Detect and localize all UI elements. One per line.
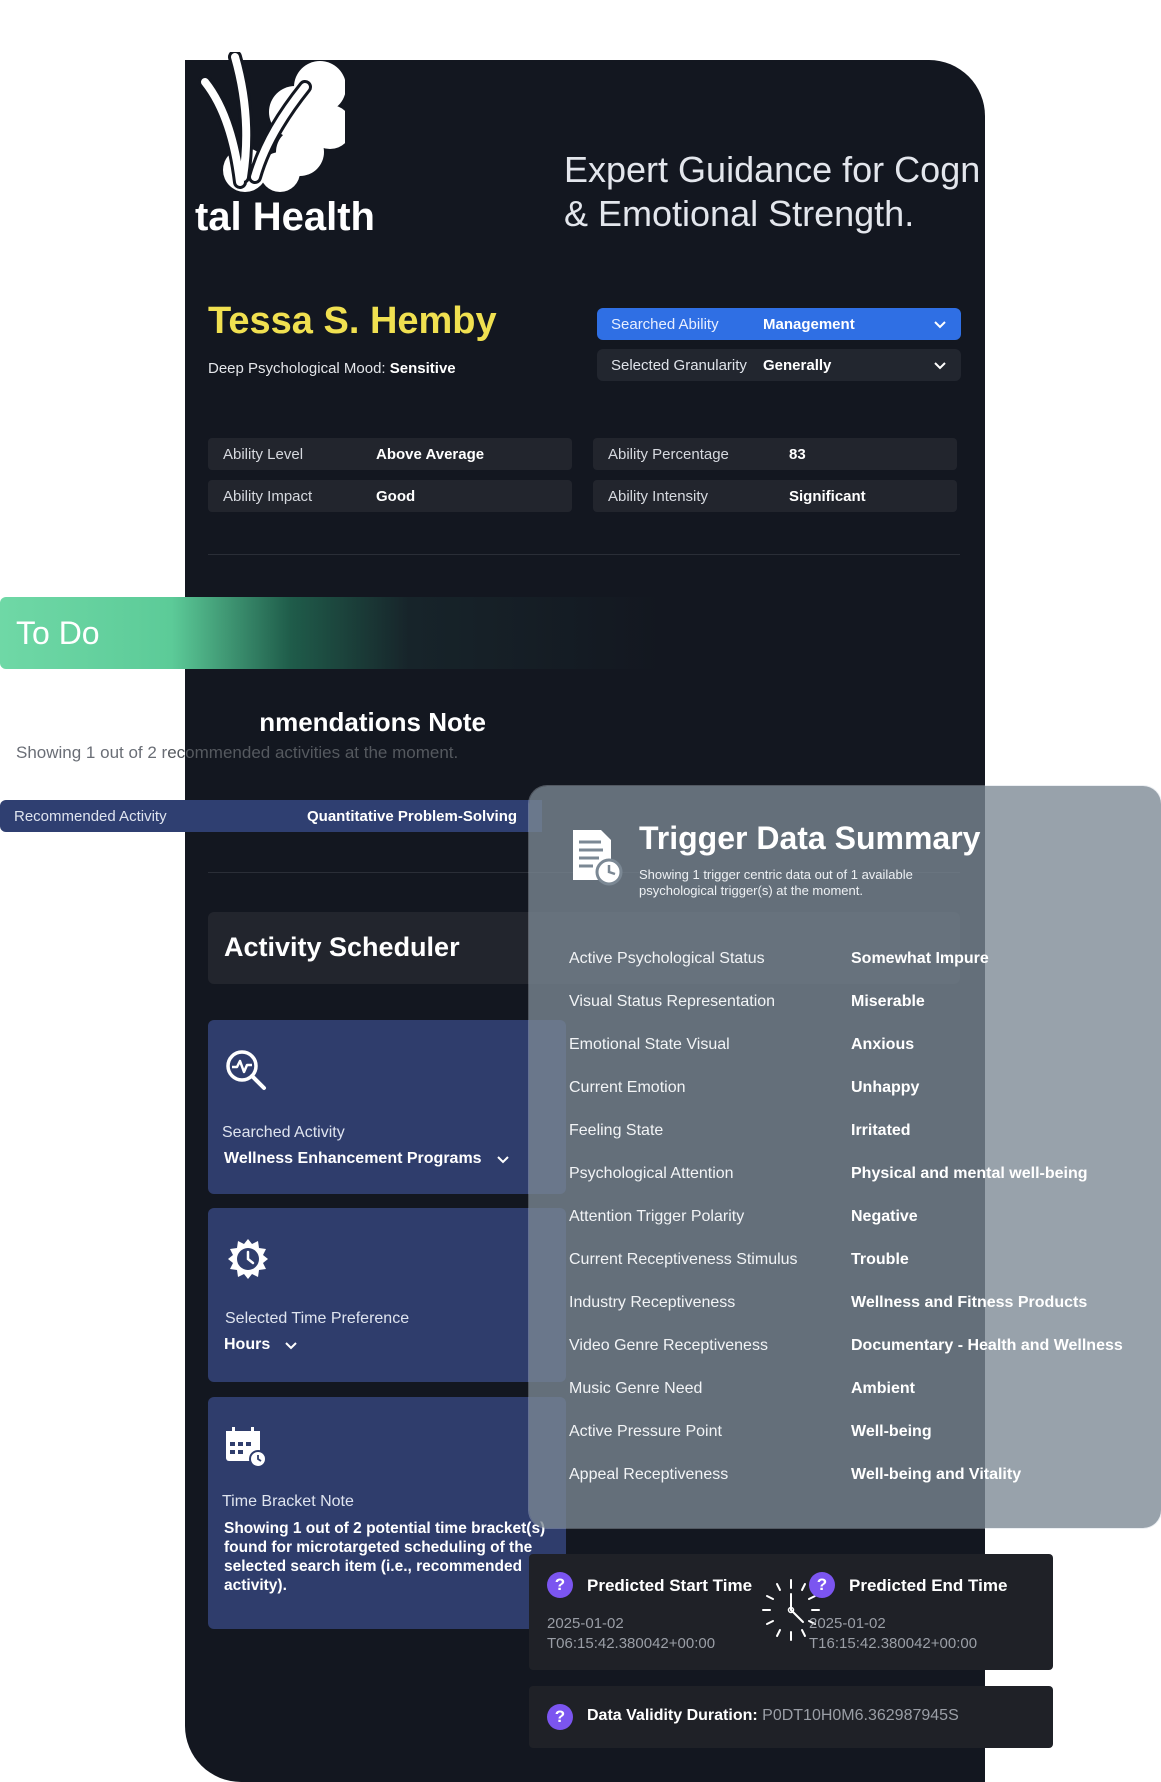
trigger-row: Appeal Receptiveness Well-being and Vital…: [569, 1466, 1149, 1490]
trigger-row: Active Pressure Point Well-being: [569, 1423, 1149, 1447]
trigger-row-value: Irritated: [851, 1122, 911, 1139]
tagline: Expert Guidance for Cogn & Emotional Str…: [564, 149, 981, 234]
trigger-data-summary: Trigger Data Summary Showing 1 trigger c…: [529, 786, 1161, 1528]
profile-mood: Deep Psychological Mood: Sensitive: [208, 360, 456, 377]
data-validity: ? Data Validity Duration: P0DT10H0M6.362…: [529, 1686, 1053, 1748]
trigger-row-key: Active Pressure Point: [569, 1423, 722, 1440]
trigger-row-value: Well-being: [851, 1423, 932, 1440]
brand-name: tal Health: [194, 195, 375, 239]
trigger-row-value: Unhappy: [851, 1079, 920, 1096]
divider: [208, 554, 960, 555]
trigger-row: Visual Status Representation Miserable: [569, 993, 1149, 1017]
predicted-times: ? Predicted Start Time 2025-01-02 T06:15:…: [529, 1554, 1053, 1670]
trigger-row-key: Visual Status Representation: [569, 993, 776, 1010]
searched-ability-select[interactable]: Searched Ability Management: [597, 308, 961, 340]
trigger-row-value: Documentary - Health and Wellness: [851, 1337, 1123, 1354]
ability-percentage: Ability Percentage 83: [593, 438, 957, 470]
trigger-row-key: Industry Receptiveness: [569, 1294, 736, 1311]
trigger-row-key: Psychological Attention: [569, 1165, 734, 1182]
time-preference-select[interactable]: Hours: [224, 1336, 298, 1354]
trigger-row: Attention Trigger Polarity Negative: [569, 1208, 1149, 1232]
trigger-row-key: Appeal Receptiveness: [569, 1466, 729, 1483]
predicted-end-time: 2025-01-02 T16:15:42.380042+00:00: [809, 1615, 978, 1652]
time-preference-card[interactable]: Selected Time Preference Hours: [208, 1208, 566, 1382]
help-icon[interactable]: ?: [547, 1704, 573, 1730]
predicted-start-time: 2025-01-02 T06:15:42.380042+00:00: [547, 1615, 716, 1652]
searched-activity-card[interactable]: Searched Activity Wellness Enhancement P…: [208, 1020, 566, 1194]
chevron-down-icon: [285, 1342, 297, 1350]
trigger-row: Current Receptiveness Stimulus Trouble: [569, 1251, 1149, 1275]
trigger-row-key: Active Psychological Status: [569, 950, 765, 967]
trigger-row-value: Well-being and Vitality: [851, 1466, 1022, 1483]
ability-intensity: Ability Intensity Significant: [593, 480, 957, 512]
recommendations-title: nmendations Note: [259, 707, 485, 737]
ability-impact: Ability Impact Good: [208, 480, 572, 512]
trigger-row-key: Attention Trigger Polarity: [569, 1208, 745, 1225]
help-icon[interactable]: ?: [809, 1572, 835, 1598]
clock-gear-icon: [228, 1239, 268, 1279]
todo-banner: To Do: [0, 597, 660, 669]
trigger-row-value: Miserable: [851, 993, 925, 1010]
chevron-down-icon: [934, 362, 946, 370]
brand-logo: [198, 52, 345, 192]
trigger-row: Active Psychological Status Somewhat Impu…: [569, 950, 1149, 974]
trigger-row-value: Negative: [851, 1208, 918, 1225]
profile-name: Tessa S. Hemby: [208, 300, 497, 342]
time-bracket-card: Time Bracket Note Showing 1 out of 2 pot…: [208, 1397, 566, 1629]
searched-activity-select[interactable]: Wellness Enhancement Programs: [224, 1150, 510, 1168]
trigger-row-key: Music Genre Need: [569, 1380, 703, 1397]
chevron-down-icon: [496, 1156, 509, 1164]
trigger-row-value: Physical and mental well-being: [851, 1165, 1088, 1182]
search-activity-icon: [226, 1050, 266, 1090]
trigger-row-value: Trouble: [851, 1251, 909, 1268]
predicted-end-label: Predicted End Time: [849, 1576, 1008, 1595]
trigger-row: Video Genre Receptiveness Documentary - H…: [569, 1337, 1149, 1361]
trigger-row-value: Somewhat Impure: [851, 950, 989, 967]
trigger-row-key: Current Receptiveness Stimulus: [569, 1251, 798, 1268]
trigger-row-value: Anxious: [851, 1036, 915, 1053]
ability-level: Ability Level Above Average: [208, 438, 572, 470]
time-bracket-note: Showing 1 out of 2 potential time bracke…: [224, 1520, 546, 1594]
trigger-row-key: Feeling State: [569, 1122, 664, 1139]
granularity-select[interactable]: Selected Granularity Generally: [597, 349, 961, 381]
trigger-row-key: Current Emotion: [569, 1079, 686, 1096]
trigger-row-key: Video Genre Receptiveness: [569, 1337, 768, 1354]
trigger-row-value: Wellness and Fitness Products: [851, 1294, 1088, 1311]
recommended-activity[interactable]: Recommended Activity Quantitative Proble…: [0, 800, 542, 832]
trigger-row: Music Genre Need Ambient: [569, 1380, 1149, 1404]
trigger-row: Emotional State Visual Anxious: [569, 1036, 1149, 1060]
trigger-row: Current Emotion Unhappy: [569, 1079, 1149, 1103]
trigger-row-value: Ambient: [851, 1380, 915, 1397]
calendar-clock-icon: [226, 1427, 267, 1468]
trigger-row: Psychological Attention Physical and ment…: [569, 1165, 1149, 1189]
document-clock-icon: [573, 830, 623, 886]
predicted-start-label: Predicted Start Time: [587, 1576, 753, 1595]
chevron-down-icon: [934, 321, 946, 329]
trigger-row: Industry Receptiveness Wellness and Fitne…: [569, 1294, 1149, 1318]
help-icon[interactable]: ?: [547, 1572, 573, 1598]
trigger-row-key: Emotional State Visual: [569, 1036, 730, 1053]
recommendations-count: Showing 1 out of 2 recommended activitie…: [16, 743, 459, 762]
trigger-row: Feeling State Irritated: [569, 1122, 1149, 1146]
